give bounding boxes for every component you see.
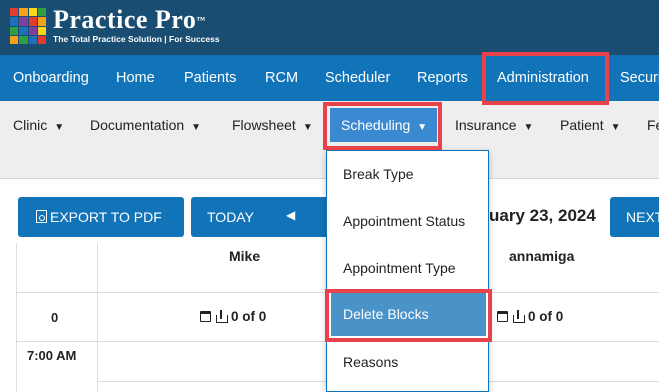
- appointment-counter: 0 of 0: [200, 309, 266, 324]
- highlight-scheduling: [323, 102, 442, 150]
- subnav-documentation[interactable]: Documentation ▼: [90, 101, 201, 149]
- app-header: Practice Pro™ The Total Practice Solutio…: [0, 0, 659, 55]
- caret-down-icon: ▼: [191, 122, 202, 133]
- scheduling-dropdown: Break Type Appointment Status Appointmen…: [326, 150, 489, 392]
- logo-square: [28, 17, 37, 26]
- menu-item-appointment-type[interactable]: Appointment Type: [327, 245, 488, 291]
- logo-square: [19, 17, 28, 26]
- nav-reports[interactable]: Reports: [417, 55, 468, 101]
- brand-name: Practice Pro™: [53, 5, 206, 34]
- logo-square: [28, 26, 37, 35]
- subnav-insurance[interactable]: Insurance ▼: [455, 101, 533, 149]
- time-label: 7:00 AM: [27, 348, 77, 363]
- brand-tagline: The Total Practice Solution | For Succes…: [53, 34, 220, 44]
- calendar-icon: [497, 311, 508, 322]
- nav-onboarding[interactable]: Onboarding: [13, 55, 89, 101]
- logo-square: [37, 26, 46, 35]
- logo-square: [19, 8, 28, 17]
- logo-square: [28, 8, 37, 17]
- pdf-icon: [36, 210, 47, 223]
- subnav-clinic[interactable]: Clinic ▼: [13, 101, 64, 149]
- caret-down-icon: ▼: [523, 122, 534, 133]
- share-icon[interactable]: [513, 310, 525, 323]
- logo-square: [19, 35, 28, 44]
- menu-item-reasons[interactable]: Reasons: [327, 339, 488, 385]
- logo-square: [37, 17, 46, 26]
- grid-line: [16, 243, 17, 392]
- logo-square: [19, 26, 28, 35]
- caret-down-icon: ▼: [610, 122, 621, 133]
- highlight-administration: [482, 52, 609, 105]
- logo-square: [10, 26, 19, 35]
- next-button[interactable]: NEXT: [610, 197, 659, 237]
- subnav-fe[interactable]: Fe: [647, 101, 659, 149]
- logo-icon: [10, 8, 46, 44]
- export-pdf-button[interactable]: EXPORT TO PDF: [18, 197, 184, 237]
- caret-down-icon: ▼: [302, 122, 313, 133]
- provider-column-header: Mike: [229, 248, 261, 264]
- nav-security[interactable]: Securi: [620, 55, 659, 101]
- subnav-patient[interactable]: Patient ▼: [560, 101, 621, 149]
- appointment-counter: 0 of 0: [497, 309, 563, 324]
- today-button[interactable]: TODAY: [191, 197, 331, 237]
- provider-column-header: annamiga: [509, 248, 575, 264]
- menu-item-appointment-status[interactable]: Appointment Status: [327, 198, 488, 244]
- nav-patients[interactable]: Patients: [184, 55, 236, 101]
- menu-item-break-type[interactable]: Break Type: [327, 151, 488, 197]
- share-icon[interactable]: [216, 310, 228, 323]
- logo-square: [37, 8, 46, 17]
- nav-scheduler[interactable]: Scheduler: [325, 55, 390, 101]
- nav-home[interactable]: Home: [116, 55, 155, 101]
- calendar-icon: [200, 311, 211, 322]
- logo-square: [10, 17, 19, 26]
- date-label: uary 23, 2024: [489, 206, 596, 225]
- logo-square: [28, 35, 37, 44]
- nav-rcm[interactable]: RCM: [265, 55, 298, 101]
- caret-down-icon: ▼: [54, 122, 65, 133]
- logo-square: [10, 8, 19, 17]
- logo-square: [37, 35, 46, 44]
- subnav-flowsheet[interactable]: Flowsheet ▼: [232, 101, 313, 149]
- logo-square: [10, 35, 19, 44]
- prev-icon[interactable]: ◀: [286, 208, 295, 222]
- highlight-delete-blocks: [325, 289, 492, 342]
- grid-line: [97, 243, 98, 392]
- row-label: 0: [51, 310, 59, 325]
